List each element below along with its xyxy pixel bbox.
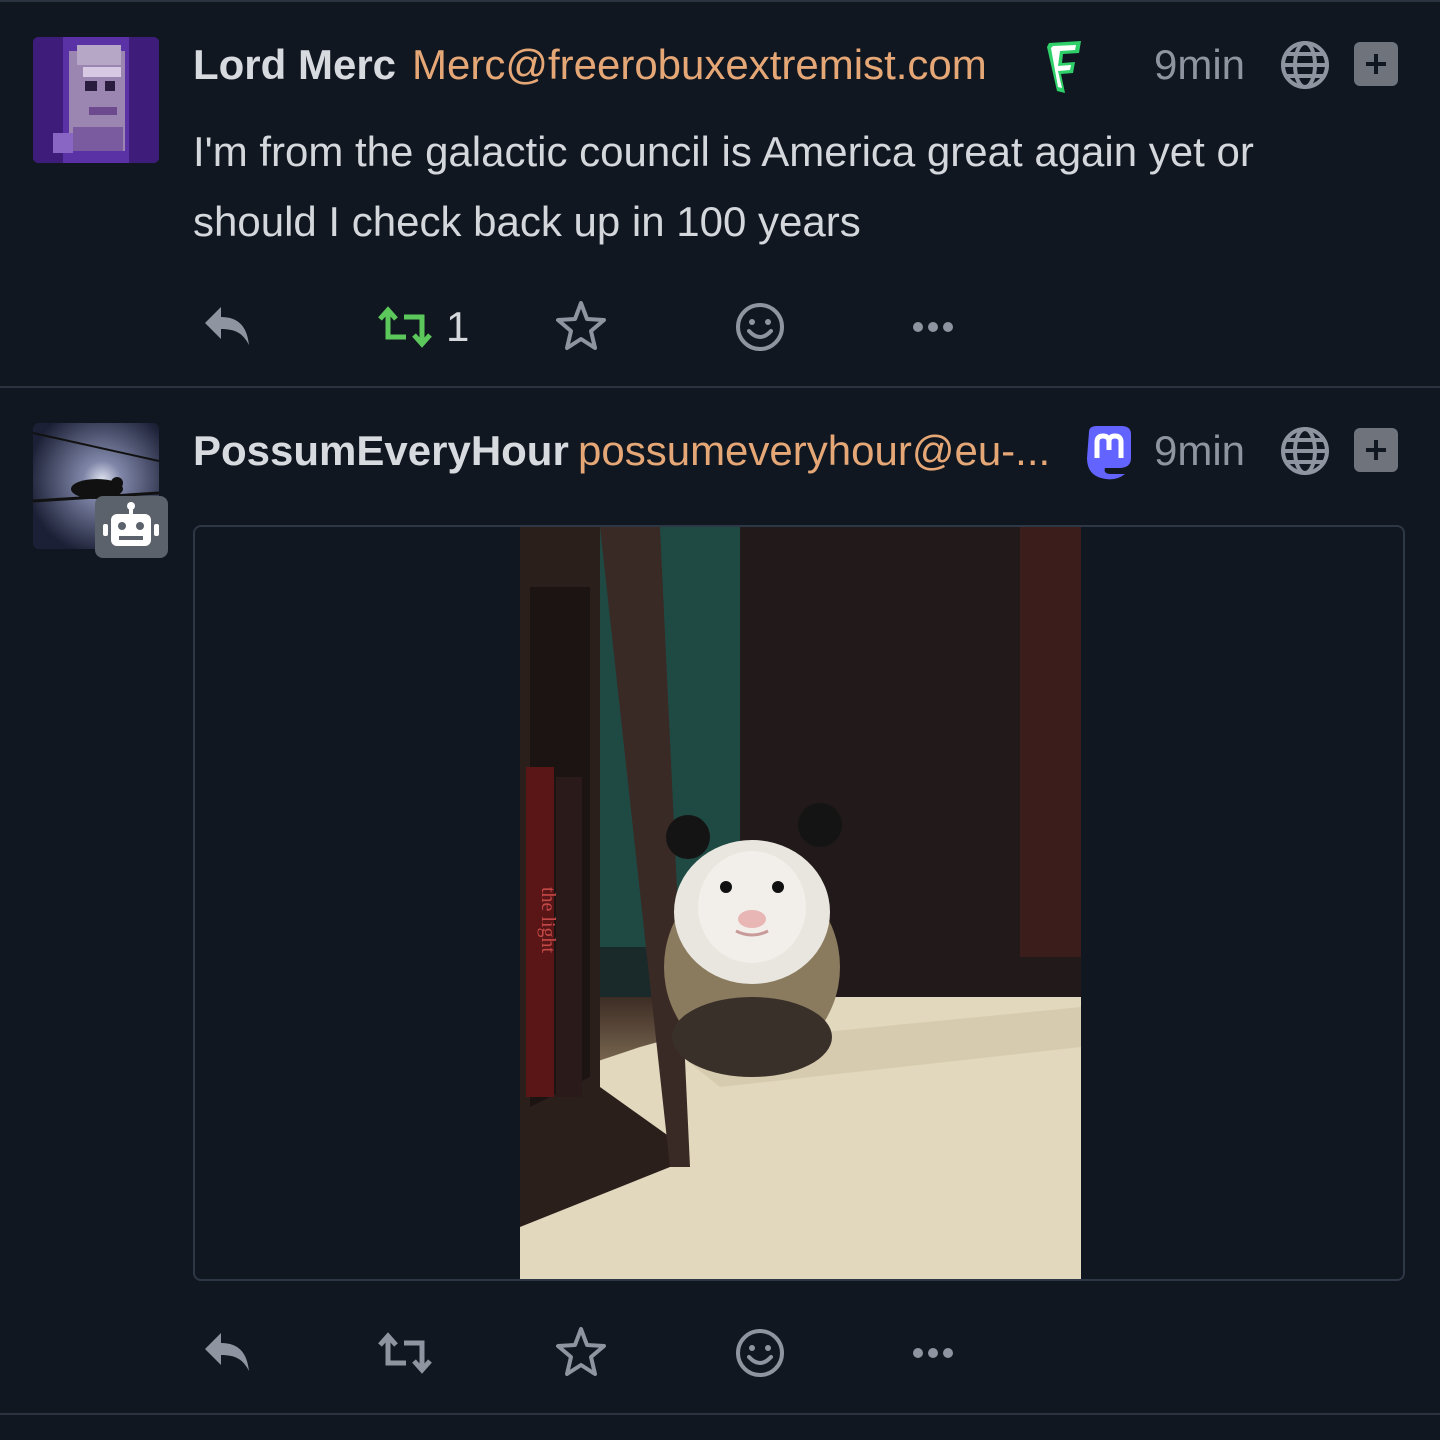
plus-icon [1366,54,1386,74]
smiley-icon [736,1329,784,1377]
emoji-reaction-button[interactable] [734,297,786,357]
add-button[interactable] [1354,428,1398,472]
ellipsis-icon [913,1348,953,1358]
boost-count: 1 [446,303,470,350]
reply-button[interactable] [201,297,253,357]
reply-button[interactable] [201,1323,253,1383]
avatar-image [33,37,159,163]
account-handle[interactable]: possumeveryhour@eu-... [578,421,1050,481]
possum-photo[interactable]: the light [520,527,1081,1279]
ellipsis-icon [913,322,953,332]
boost-icon [378,306,432,348]
avatar[interactable] [33,37,159,163]
display-name[interactable]: PossumEveryHour [193,421,569,481]
emoji-reaction-button[interactable] [734,1323,786,1383]
plus-icon [1366,440,1386,460]
post-content: I'm from the galactic council is America… [193,128,1254,245]
timestamp[interactable]: 9min [1154,35,1245,95]
status-post[interactable]: Lord Merc Merc@freerobuxextremist.com 9m… [0,0,1440,388]
more-options-button[interactable] [910,1323,956,1383]
globe-icon [1280,426,1330,476]
mastodon-logo-icon [1081,424,1137,482]
post-header: PossumEveryHour possumeveryhour@eu-... 9… [193,421,1440,481]
book-spine-text: the light [537,887,559,954]
photo-scene: the light [520,527,1081,1279]
boost-icon [378,1332,432,1374]
timestamp[interactable]: 9min [1154,421,1245,481]
smiley-icon [736,303,784,351]
reply-icon [205,1333,249,1371]
favourite-button[interactable] [554,1323,608,1383]
favourite-button[interactable] [554,297,608,357]
fedi-f-logo-icon [1043,39,1087,95]
more-options-button[interactable] [910,297,956,357]
star-icon [556,301,606,350]
bottom-divider [0,1413,1440,1415]
display-name[interactable]: Lord Merc [193,35,396,95]
star-icon [556,1327,606,1376]
bot-badge [95,496,168,558]
globe-icon [1280,40,1330,90]
add-button[interactable] [1354,42,1398,86]
boost-button[interactable] [376,297,434,357]
robot-icon [103,502,159,546]
reply-icon [205,307,249,345]
post-header: Lord Merc Merc@freerobuxextremist.com 9m… [193,35,1440,95]
boost-button[interactable] [376,1323,434,1383]
media-gallery[interactable]: the light [193,525,1405,1281]
account-handle[interactable]: Merc@freerobuxextremist.com [412,35,987,95]
